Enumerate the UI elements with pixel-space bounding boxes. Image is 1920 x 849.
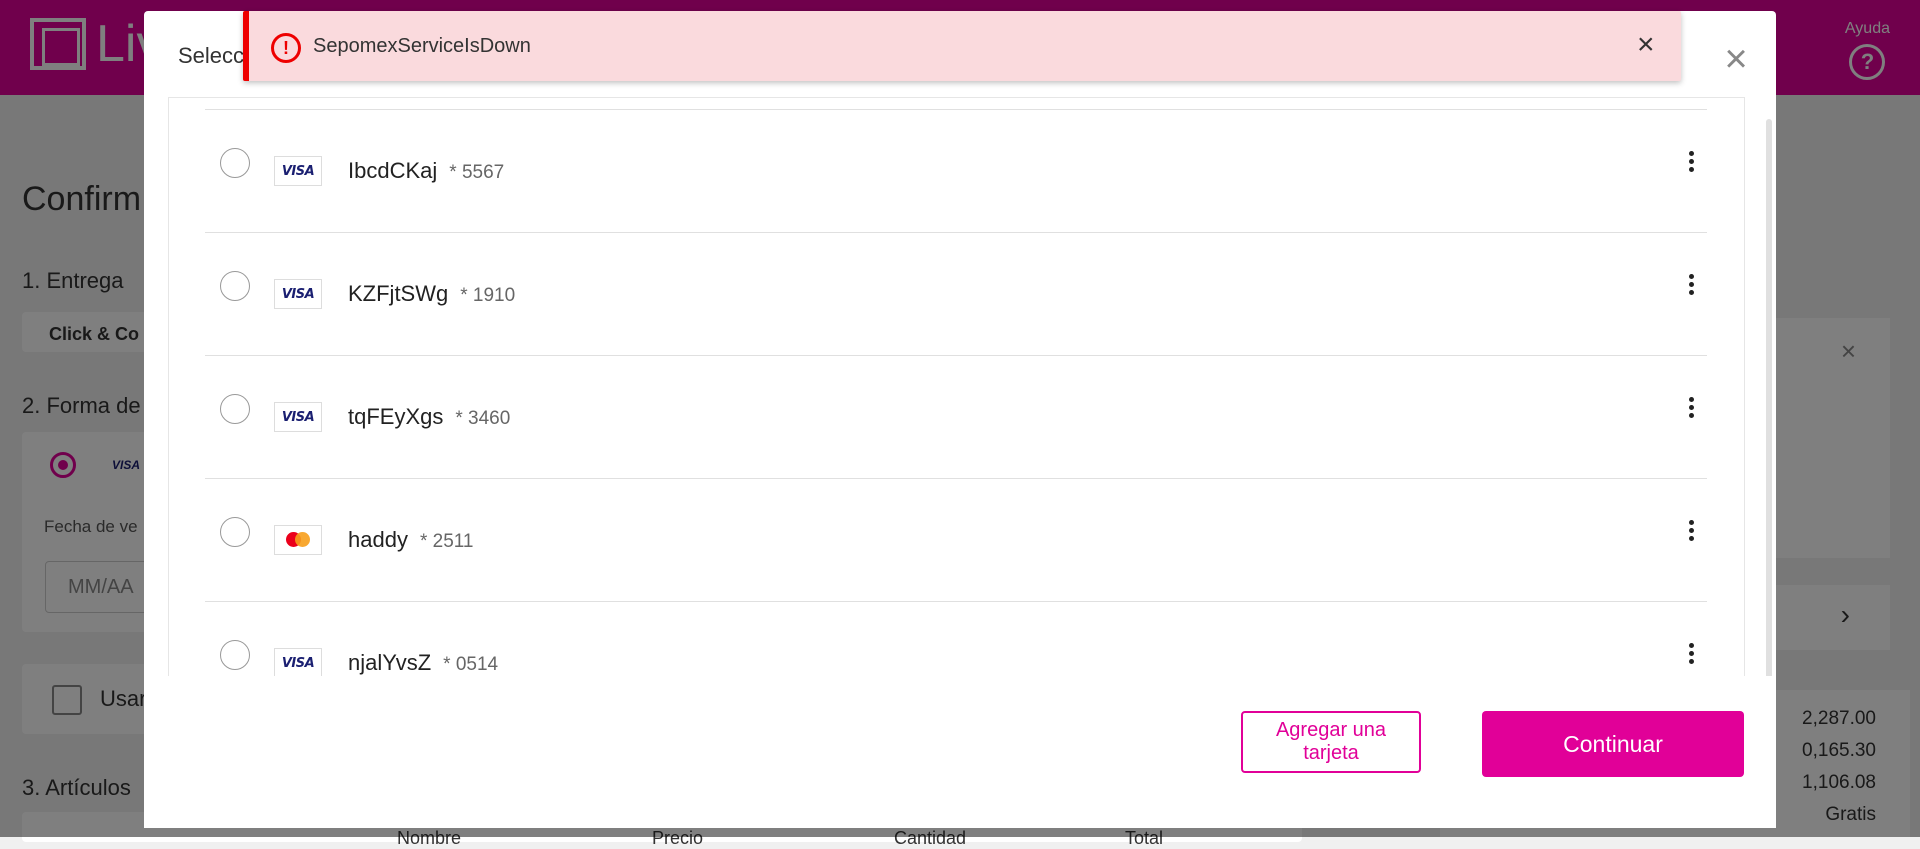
modal-close-icon[interactable]: × [1716,39,1756,79]
card-label: tqFEyXgs * 3460 [348,404,510,430]
card-name: njalYvsZ [348,650,432,675]
modal-title: Selecc [178,43,245,68]
card-radio[interactable] [220,517,250,547]
more-options-icon[interactable] [1681,517,1701,553]
card-radio[interactable] [220,394,250,424]
card-name: haddy [348,527,408,552]
visa-icon: VISA [274,156,322,186]
error-toast: ! SepomexServiceIsDown × [243,11,1681,81]
card-radio[interactable] [220,640,250,670]
toast-close-icon[interactable]: × [1637,30,1655,60]
card-name: tqFEyXgs [348,404,444,429]
card-label: njalYvsZ * 0514 [348,650,498,676]
card-row[interactable]: VISA tqFEyXgs * 3460 [205,355,1707,479]
card-name: IbcdCKaj [348,158,438,183]
card-last4: * 1910 [460,285,516,306]
visa-icon: VISA [274,402,322,432]
card-radio[interactable] [220,271,250,301]
card-row[interactable]: VISA KZFjtSWg * 1910 [205,232,1707,356]
error-icon: ! [271,33,301,63]
visa-icon: VISA [274,648,322,678]
card-row[interactable]: VISA IbcdCKaj * 5567 [205,109,1707,233]
more-options-icon[interactable] [1681,148,1701,184]
more-options-icon[interactable] [1681,271,1701,307]
more-options-icon[interactable] [1681,394,1701,430]
card-last4: * 3460 [455,408,511,429]
modal-footer: Agregar una tarjeta Continuar [144,676,1776,828]
scrollbar[interactable] [1766,119,1772,687]
continue-button[interactable]: Continuar [1482,711,1744,777]
card-brand-label: VISA [281,286,315,302]
card-label: KZFjtSWg * 1910 [348,281,515,307]
card-brand-label: VISA [281,409,315,425]
card-last4: * 0514 [443,654,499,675]
card-brand-label: VISA [281,163,315,179]
card-label: IbcdCKaj * 5567 [348,158,504,184]
card-name: KZFjtSWg [348,281,449,306]
mastercard-icon [274,525,322,555]
card-label: haddy * 2511 [348,527,473,553]
card-last4: * 5567 [449,162,505,183]
card-brand-label: VISA [281,655,315,671]
card-last4: * 2511 [419,531,474,552]
select-card-modal: Selecc × VISA IbcdCKaj * 5567 VISA KZFjtS… [144,11,1776,828]
add-card-button[interactable]: Agregar una tarjeta [1241,711,1421,773]
toast-message: SepomexServiceIsDown [313,35,531,57]
visa-icon: VISA [274,279,322,309]
card-radio[interactable] [220,148,250,178]
more-options-icon[interactable] [1681,640,1701,676]
card-row[interactable]: haddy * 2511 [205,478,1707,602]
